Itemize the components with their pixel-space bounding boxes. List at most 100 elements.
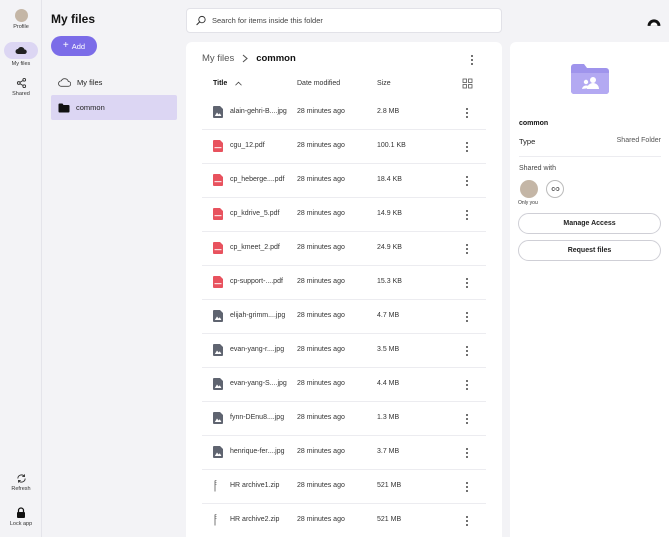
details-type-label: Type bbox=[519, 137, 536, 146]
add-button-label: Add bbox=[71, 41, 86, 51]
file-size: 3.5 MB bbox=[377, 346, 400, 353]
breadcrumb-current: common bbox=[256, 53, 296, 64]
row-more-icon[interactable] bbox=[461, 344, 473, 358]
file-date: 28 minutes ago bbox=[297, 516, 345, 523]
row-more-icon[interactable] bbox=[461, 106, 473, 120]
row-more-icon[interactable] bbox=[461, 480, 473, 494]
pdf-file-icon bbox=[213, 276, 223, 288]
row-more-icon[interactable] bbox=[461, 276, 473, 290]
file-date: 28 minutes ago bbox=[297, 380, 345, 387]
request-files-button[interactable]: Request files bbox=[518, 240, 661, 261]
table-row[interactable]: cp_heberge....pdf 28 minutes ago 18.4 KB bbox=[202, 164, 486, 198]
table-row[interactable]: alain-gehri-B....jpg 28 minutes ago 2.8 MB bbox=[202, 96, 486, 130]
nav-item-label: My files bbox=[77, 78, 103, 87]
table-row[interactable]: cp-support-....pdf 28 minutes ago 15.3 KB bbox=[202, 266, 486, 300]
zip-file-icon bbox=[213, 514, 223, 526]
rail-my-files[interactable]: My files bbox=[0, 42, 42, 67]
file-name: elijah-grimm....jpg bbox=[230, 312, 286, 319]
file-size: 14.9 KB bbox=[377, 210, 402, 217]
rail-shared[interactable]: Shared bbox=[0, 77, 42, 97]
file-name: cp_kmeet_2.pdf bbox=[230, 244, 280, 251]
file-date: 28 minutes ago bbox=[297, 448, 345, 455]
pdf-file-icon bbox=[213, 242, 223, 254]
rail-lock[interactable]: Lock app bbox=[0, 507, 42, 527]
profile-avatar bbox=[14, 9, 28, 22]
add-button[interactable]: + Add bbox=[51, 36, 97, 56]
table-row[interactable]: elijah-grimm....jpg 28 minutes ago 4.7 MB bbox=[202, 300, 486, 334]
row-more-icon[interactable] bbox=[461, 412, 473, 426]
only-you-label: Only you bbox=[518, 200, 538, 206]
row-more-icon[interactable] bbox=[461, 208, 473, 222]
table-row[interactable]: cgu_12.pdf 28 minutes ago 100.1 KB bbox=[202, 130, 486, 164]
table-header: Title Date modified Size bbox=[186, 74, 502, 96]
nav-title: My files bbox=[51, 12, 96, 26]
grid-view-icon[interactable] bbox=[462, 78, 473, 89]
table-row[interactable]: cp_kmeet_2.pdf 28 minutes ago 24.9 KB bbox=[202, 232, 486, 266]
plus-icon: + bbox=[62, 40, 69, 51]
file-date: 28 minutes ago bbox=[297, 244, 345, 251]
rail-profile-label: Profile bbox=[13, 24, 29, 30]
cloud-icon bbox=[15, 47, 27, 54]
shared-user-avatar[interactable] bbox=[520, 180, 538, 198]
rail-active-indicator bbox=[4, 42, 38, 59]
file-date: 28 minutes ago bbox=[297, 482, 345, 489]
file-name: cp_kdrive_5.pdf bbox=[230, 210, 280, 217]
rail-refresh[interactable]: Refresh bbox=[0, 473, 42, 492]
row-more-icon[interactable] bbox=[461, 242, 473, 256]
pdf-file-icon bbox=[213, 174, 223, 186]
image-file-icon bbox=[213, 412, 223, 424]
file-name: HR archive2.zip bbox=[230, 516, 280, 523]
file-date: 28 minutes ago bbox=[297, 108, 345, 115]
image-file-icon bbox=[213, 378, 223, 390]
files-nav-panel: My files + Add My files common bbox=[42, 0, 185, 537]
file-size: 15.3 KB bbox=[377, 278, 402, 285]
divider bbox=[519, 156, 661, 157]
row-more-icon[interactable] bbox=[461, 310, 473, 324]
file-name: evan-yang-S....jpg bbox=[230, 380, 287, 387]
table-row[interactable]: henrique-fer....jpg 28 minutes ago 3.7 MB bbox=[202, 436, 486, 470]
row-more-icon[interactable] bbox=[461, 378, 473, 392]
table-row[interactable]: cp_kdrive_5.pdf 28 minutes ago 14.9 KB bbox=[202, 198, 486, 232]
file-name: alain-gehri-B....jpg bbox=[230, 108, 287, 115]
breadcrumb-root[interactable]: My files bbox=[202, 53, 234, 64]
table-row[interactable]: HR archive2.zip 28 minutes ago 521 MB bbox=[202, 504, 486, 537]
file-date: 28 minutes ago bbox=[297, 142, 345, 149]
folder-more-icon[interactable] bbox=[466, 53, 478, 67]
image-file-icon bbox=[213, 310, 223, 322]
chevron-right-icon bbox=[242, 54, 249, 63]
share-link-button[interactable] bbox=[546, 180, 564, 198]
user-avatar-icon[interactable] bbox=[647, 13, 661, 27]
row-more-icon[interactable] bbox=[461, 140, 473, 154]
rail-refresh-label: Refresh bbox=[11, 486, 31, 492]
file-rows: alain-gehri-B....jpg 28 minutes ago 2.8 MB… bbox=[186, 96, 502, 537]
file-name: evan-yang-r....jpg bbox=[230, 346, 285, 353]
column-size[interactable]: Size bbox=[377, 80, 391, 87]
file-size: 100.1 KB bbox=[377, 142, 406, 149]
table-row[interactable]: fynn-DEnu8....jpg 28 minutes ago 1.3 MB bbox=[202, 402, 486, 436]
row-more-icon[interactable] bbox=[461, 446, 473, 460]
search-bar[interactable] bbox=[186, 8, 502, 33]
table-row[interactable]: evan-yang-S....jpg 28 minutes ago 4.4 MB bbox=[202, 368, 486, 402]
row-more-icon[interactable] bbox=[461, 174, 473, 188]
sort-by-title[interactable]: Title bbox=[213, 80, 243, 87]
zip-file-icon bbox=[213, 480, 223, 492]
rail-profile[interactable]: Profile bbox=[0, 9, 42, 30]
manage-access-button[interactable]: Manage Access bbox=[518, 213, 661, 234]
file-date: 28 minutes ago bbox=[297, 278, 345, 285]
search-input[interactable] bbox=[212, 16, 492, 25]
file-name: henrique-fer....jpg bbox=[230, 448, 285, 455]
details-type-value: Shared Folder bbox=[616, 137, 661, 144]
rail-lock-label: Lock app bbox=[9, 521, 33, 527]
file-list-panel: My files common Title Date modified Size… bbox=[186, 42, 502, 537]
nav-item-my-files[interactable]: My files bbox=[51, 70, 177, 95]
column-date[interactable]: Date modified bbox=[297, 80, 340, 87]
rail-my-files-label: My files bbox=[11, 61, 31, 67]
shared-with-label: Shared with bbox=[519, 165, 556, 172]
table-row[interactable]: evan-yang-r....jpg 28 minutes ago 3.5 MB bbox=[202, 334, 486, 368]
table-row[interactable]: HR archive1.zip 28 minutes ago 521 MB bbox=[202, 470, 486, 504]
row-more-icon[interactable] bbox=[461, 514, 473, 528]
image-file-icon bbox=[213, 106, 223, 118]
nav-item-common[interactable]: common bbox=[51, 95, 177, 120]
file-size: 24.9 KB bbox=[377, 244, 402, 251]
file-date: 28 minutes ago bbox=[297, 312, 345, 319]
